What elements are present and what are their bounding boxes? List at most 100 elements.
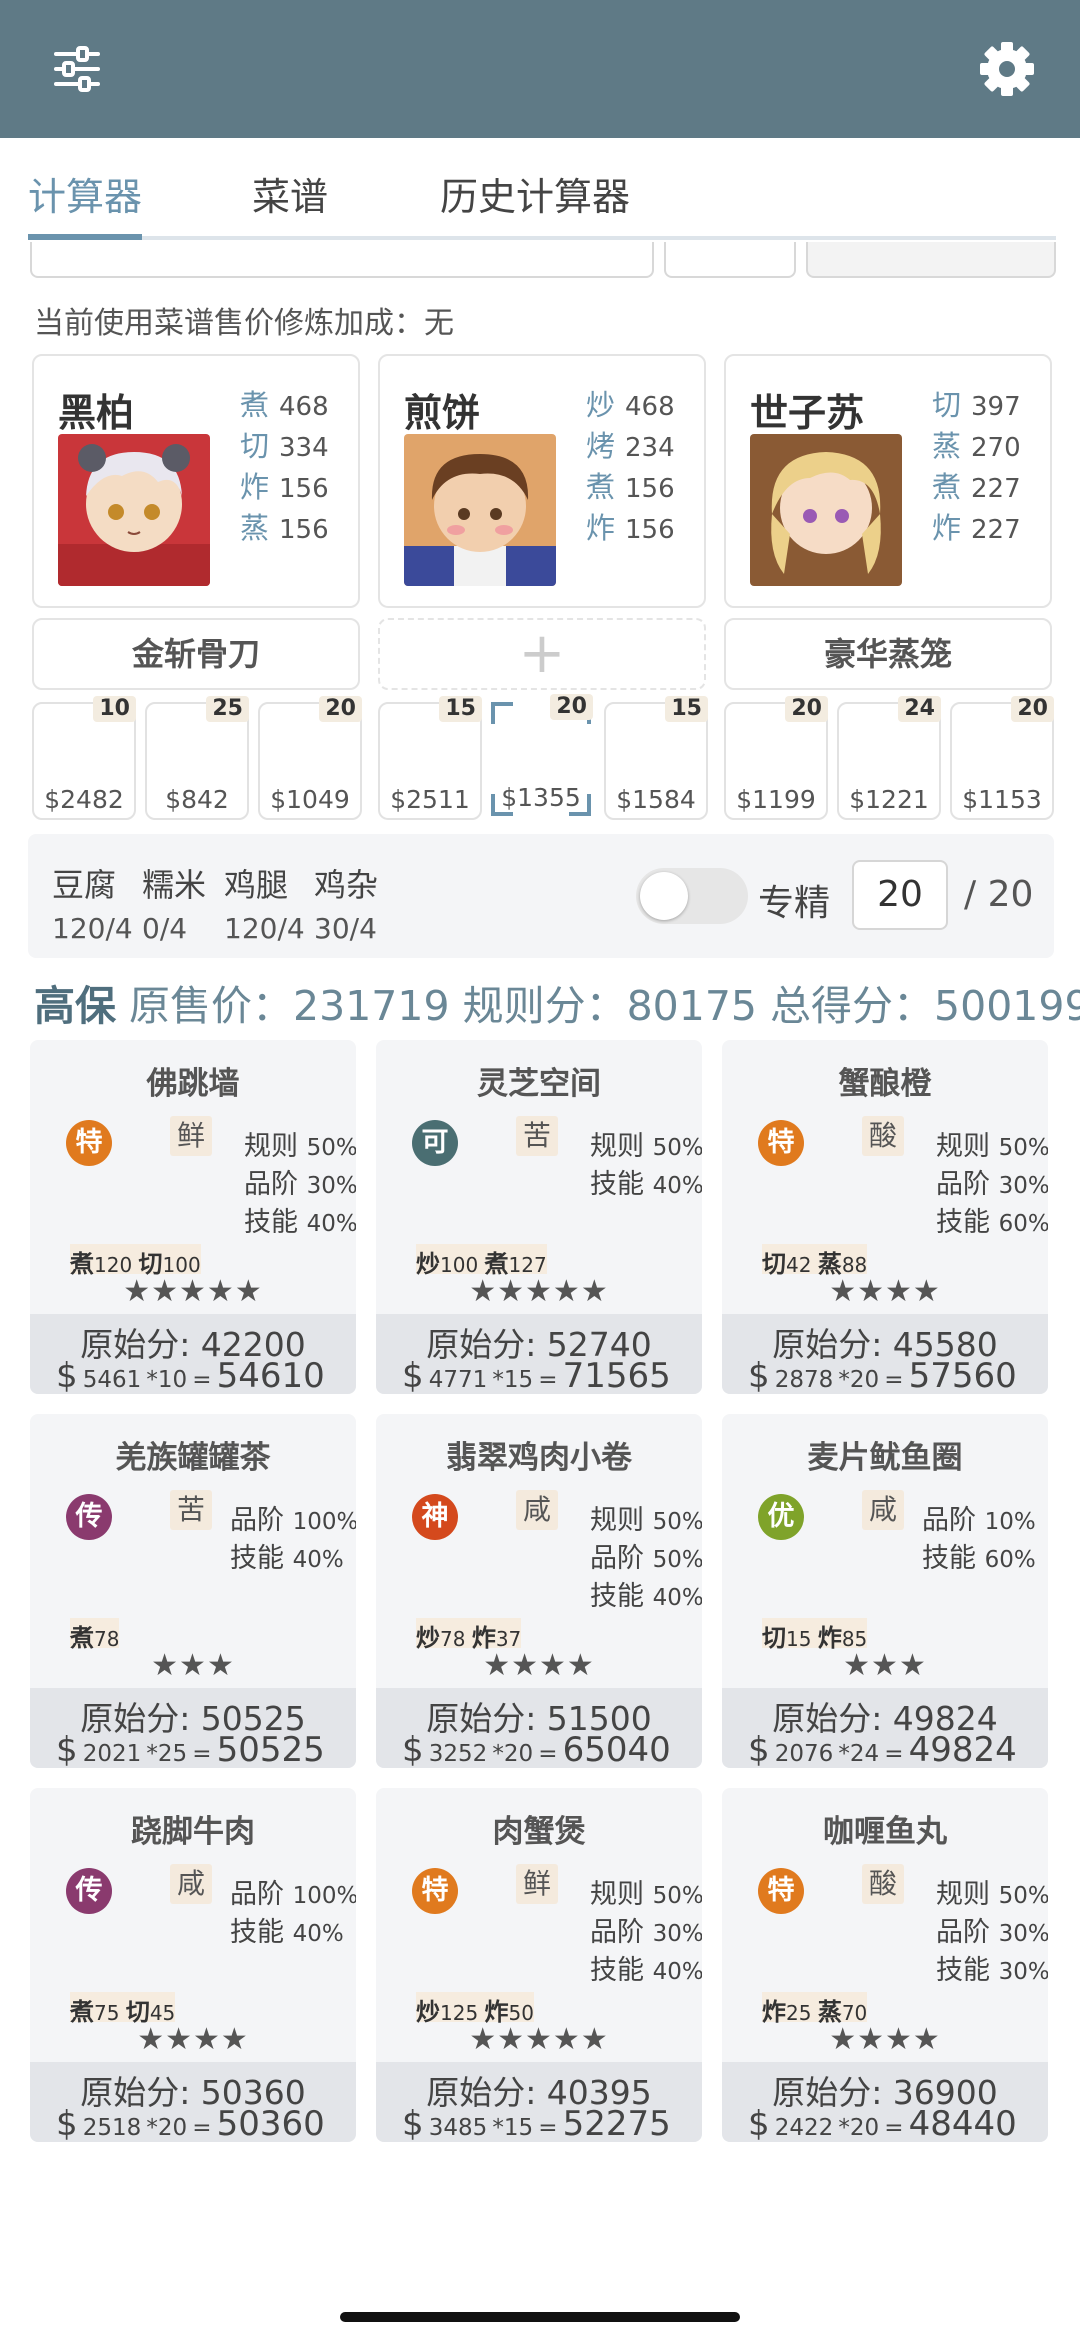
star-rating: ★★★ (843, 1648, 927, 1683)
rarity-badge: 神 (412, 1494, 458, 1540)
slot-count: 20 (785, 696, 828, 722)
scrolled-select[interactable] (664, 242, 796, 278)
chef-card[interactable]: 煎饼 炒 468 烤 234 煮 156 炸 156 (378, 354, 706, 608)
score-area: 原始分: 52740 $ 4771 *15 = 71565 (376, 1314, 702, 1394)
slot-count: 25 (206, 696, 249, 722)
recipe-title: 肉蟹煲 (492, 1814, 586, 1850)
recipe-slot[interactable]: 25 $842 (145, 696, 249, 820)
chef-skills: 炒 468 烤 234 煮 156 炸 156 (586, 388, 675, 545)
recipe-card[interactable]: 灵芝空间可 苦 规则 50% 技能 40% 炒100 煮127 ★★★★★ 原始分: 527… (376, 1040, 702, 1394)
recipe-slot[interactable]: 20 $1049 (258, 696, 362, 820)
skill-needs: 炒125 炸50 (416, 1992, 534, 2026)
zhuanjing-input[interactable]: 20 (852, 860, 948, 930)
recipe-requirements: 品阶 100% 技能 40% (230, 1498, 356, 1574)
slot-price: $1153 (962, 785, 1042, 814)
summary-text: 原售价：231719 规则分：80175 总得分：500199 (129, 982, 1080, 1030)
zhuanjing-toggle[interactable] (636, 868, 748, 924)
chef-card[interactable]: 世子苏 切 397 蒸 270 煮 227 炸 227 (724, 354, 1052, 608)
requirement-row: 规则 50% (590, 1131, 702, 1162)
recipe-requirements: 规则 50% 品阶 50% 技能 40% (590, 1498, 702, 1612)
requirement-row: 技能 40% (230, 1917, 344, 1948)
bonus-note: 当前使用菜谱售价修炼加成：无 (34, 306, 454, 341)
skill-needs: 煮75 切45 (70, 1992, 176, 2026)
star-rating: ★★★ (151, 1648, 235, 1683)
recipe-card[interactable]: 羌族罐罐茶传 苦品阶 100% 技能 40% 煮78 ★★★ 原始分: 50525 $ 20… (30, 1414, 356, 1768)
slot-price: $1049 (270, 785, 350, 814)
tab-recipes[interactable]: 菜谱 (252, 166, 328, 221)
chef-card[interactable]: 黑柏 煮 468 切 334 炸 156 蒸 156 (32, 354, 360, 608)
gear-icon[interactable] (972, 34, 1042, 104)
recipe-card[interactable]: 翡翠鸡肉小卷神 咸 规则 50% 品阶 50% 技能 40% 炒78 炸37 ★★★★ 原始分… (376, 1414, 702, 1768)
recipe-card[interactable]: 咖喱鱼丸特 酸 规则 50% 品阶 30% 技能 30% 炸25 蒸70 ★★★★ 原始分: … (722, 1788, 1048, 2142)
slot-price: $1199 (736, 785, 816, 814)
requirement-row: 规则 50% (590, 1505, 702, 1536)
sliders-icon[interactable] (42, 34, 112, 104)
chef-name: 煎饼 (404, 391, 481, 435)
slot-price: $1584 (616, 785, 696, 814)
zhuanjing-max: / 20 (964, 874, 1034, 915)
price-calc: $ 2518 *20 = 50360 (56, 2104, 325, 2142)
price-calc: $ 2878 *20 = 57560 (748, 1356, 1017, 1394)
add-equip-button[interactable]: + (378, 618, 706, 690)
score-area: 原始分: 40395 $ 3485 *15 = 52275 (376, 2062, 702, 2142)
recipe-card[interactable]: 蟹酿橙特 酸 规则 50% 品阶 30% 技能 60% 切42 蒸88 ★★★★ 原始分: 4… (722, 1040, 1048, 1394)
recipe-title: 佛跳墙 (146, 1066, 240, 1102)
recipe-card[interactable]: 麦片鱿鱼圈优 咸品阶 10% 技能 60% 切15 炸85 ★★★ 原始分: 49824 $… (722, 1414, 1048, 1768)
price-calc: $ 2422 *20 = 48440 (748, 2104, 1017, 2142)
price-calc: $ 2076 *24 = 49824 (748, 1730, 1017, 1768)
recipe-slot[interactable]: 10 $2482 (32, 696, 136, 820)
recipe-requirements: 规则 50% 品阶 30% 技能 40% (244, 1124, 356, 1238)
skill-needs: 炸25 蒸70 (762, 1992, 868, 2026)
recipe-slot[interactable]: 15 $2511 (378, 696, 482, 820)
tab-calculator[interactable]: 计算器 (28, 166, 142, 221)
tab-history-calculator[interactable]: 历史计算器 (440, 166, 630, 221)
toggle-knob (640, 872, 688, 920)
rarity-badge: 传 (66, 1494, 112, 1540)
rarity-badge: 优 (758, 1494, 804, 1540)
scrolled-select[interactable] (30, 242, 654, 278)
scrolled-button[interactable] (806, 242, 1056, 278)
requirement-row: 规则 50% (590, 1879, 702, 1910)
flavor-tag: 酸 (862, 1864, 904, 1904)
rarity-badge: 特 (66, 1120, 112, 1166)
score-summary: 高保 原售价：231719 规则分：80175 总得分：500199 (34, 972, 1080, 1032)
requirement-row: 规则 50% (244, 1131, 356, 1162)
slot-count: 10 (93, 696, 136, 722)
tab-bar: 计算器 菜谱 历史计算器 (0, 138, 1080, 242)
recipe-slot[interactable]: 20 $1199 (724, 696, 828, 820)
recipe-card[interactable]: 佛跳墙特 鲜 规则 50% 品阶 30% 技能 40% 煮120 切100 ★★★★★ 原始分… (30, 1040, 356, 1394)
slot-count: 20 (550, 694, 593, 720)
requirement-row: 技能 40% (590, 1169, 702, 1200)
slot-count: 20 (1011, 696, 1054, 722)
mode-label: 高保 (34, 982, 116, 1030)
recipe-card[interactable]: 肉蟹煲特 鲜 规则 50% 品阶 30% 技能 40% 炒125 炸50 ★★★★★ 原始分:… (376, 1788, 702, 2142)
flavor-tag: 酸 (862, 1116, 904, 1156)
requirement-row: 技能 40% (230, 1543, 344, 1574)
recipe-slot[interactable]: 24 $1221 (837, 696, 941, 820)
equip-button[interactable]: 金斩骨刀 (32, 618, 360, 690)
flavor-tag: 咸 (516, 1490, 558, 1530)
recipe-card[interactable]: 跷脚牛肉传 咸品阶 100% 技能 40% 煮75 切45 ★★★★ 原始分: 50360… (30, 1788, 356, 2142)
price-calc: $ 3485 *15 = 52275 (402, 2104, 671, 2142)
recipe-title: 咖喱鱼丸 (823, 1814, 947, 1850)
chef-name: 黑柏 (58, 391, 135, 435)
score-area: 原始分: 36900 $ 2422 *20 = 48440 (722, 2062, 1048, 2142)
flavor-tag: 鲜 (170, 1116, 212, 1156)
score-area: 原始分: 45580 $ 2878 *20 = 57560 (722, 1314, 1048, 1394)
recipe-slot[interactable]: 20 $1153 (950, 696, 1054, 820)
requirement-row: 技能 60% (936, 1207, 1048, 1238)
flavor-tag: 咸 (170, 1864, 212, 1904)
skill-needs: 煮120 切100 (70, 1244, 201, 1278)
recipe-slot[interactable]: 15 $1584 (604, 696, 708, 820)
requirement-row: 技能 40% (590, 1581, 702, 1612)
recipe-title: 灵芝空间 (477, 1066, 601, 1102)
equip-button[interactable]: 豪华蒸笼 (724, 618, 1052, 690)
slot-price: $1355 (501, 783, 581, 812)
flavor-tag: 苦 (516, 1116, 558, 1156)
star-rating: ★★★★ (483, 1648, 595, 1683)
rarity-badge: 特 (758, 1868, 804, 1914)
price-calc: $ 5461 *10 = 54610 (56, 1356, 325, 1394)
slot-price: $2482 (44, 785, 124, 814)
requirement-row: 品阶 10% (922, 1505, 1036, 1536)
recipe-slot-selected[interactable]: 20 $1355 (491, 694, 593, 816)
